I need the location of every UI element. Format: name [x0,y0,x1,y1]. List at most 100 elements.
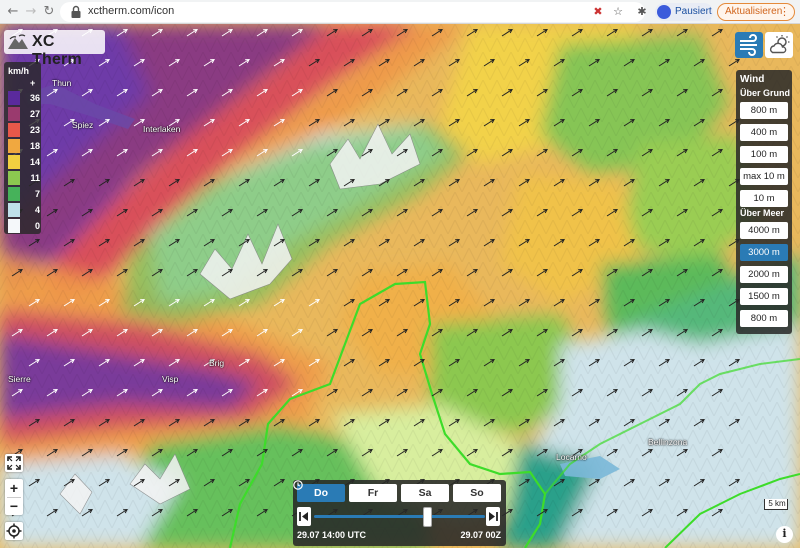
legend-value: 36 [29,93,40,103]
forward-icon[interactable]: → [22,3,40,21]
legend-value: 0 [34,221,40,231]
mountain-logo-icon [8,34,28,49]
address-bar[interactable]: xctherm.com/icon ✖ ☆ [60,2,645,22]
wind-icon [740,34,757,56]
above-ground-label: Über Grund [740,88,791,98]
place-label: Locarno [556,452,587,462]
legend-value: 23 [29,125,40,135]
time-control-panel: Do Fr Sa So 29.07 14:00 UTC 29.07 00Z [293,480,506,546]
legend-swatch [8,203,20,217]
legend-row: 36 [8,90,40,106]
sea-level-button[interactable]: 3000 m [740,244,788,261]
sea-level-button[interactable]: 800 m [740,310,788,327]
day-tab[interactable]: Sa [401,484,449,502]
legend-swatch [8,155,20,169]
map-canvas [0,24,800,548]
update-label: Aktualisieren [725,6,783,17]
legend-value: 27 [29,109,40,119]
legend-value: 14 [29,157,40,167]
profile-button[interactable]: Pausiert [655,3,713,21]
day-tab[interactable]: Fr [349,484,397,502]
bookmark-star-icon[interactable]: ☆ [610,4,626,20]
day-tab[interactable]: Do [297,484,345,502]
app-logo[interactable]: XC Therm [4,30,105,68]
legend-swatch [8,139,20,153]
lock-icon [71,5,81,18]
skip-back-button[interactable] [297,507,311,526]
zoom-out-button[interactable]: − [5,497,23,515]
scale-bar: 5 km [764,499,788,510]
legend-row: 0 [8,218,40,234]
place-label: Bellinzona [648,437,688,447]
forecast-run: 29.07 00Z [460,530,501,540]
legend-row: 27 [8,106,40,122]
time-slider-track[interactable] [314,515,485,518]
back-icon[interactable]: ← [4,3,22,21]
extensions-icon[interactable]: ✱ [634,4,650,20]
legend-row: 7 [8,186,40,202]
wind-map[interactable]: Thun Spiez Interlaken Sierre Visp Brig L… [0,24,800,548]
ground-level-button[interactable]: 400 m [740,124,788,141]
scale-label: 5 km [768,499,786,508]
place-label: Interlaken [143,124,181,134]
legend-swatch [8,107,20,121]
expand-icon [7,456,21,470]
reload-icon[interactable]: ↻ [40,3,58,21]
legend-row: 4 [8,202,40,218]
update-button[interactable]: Aktualisieren ⋮ [717,3,795,21]
sea-level-button[interactable]: 2000 m [740,266,788,283]
day-tab[interactable]: So [453,484,501,502]
logo-text: XC Therm [32,33,82,68]
info-icon: i [782,527,787,540]
ground-level-button[interactable]: 100 m [740,146,788,163]
legend-unit: km/h [8,66,30,76]
legend-row: 18 [8,138,40,154]
avatar [657,5,671,19]
url-text: xctherm.com/icon [88,5,175,17]
info-button[interactable]: i [776,526,793,543]
legend-swatch [8,123,20,137]
wind-speed-legend: km/h + 36 27 23 18 14 11 7 4 0 [4,62,41,234]
legend-swatch [8,187,20,201]
crosshair-icon [6,523,22,539]
zoom-control: + − [5,479,23,515]
place-label: Brig [209,358,225,368]
sea-level-button[interactable]: 4000 m [740,222,788,239]
current-time: 29.07 14:00 UTC [297,530,367,540]
skip-forward-icon [489,512,498,521]
legend-row: 23 [8,122,40,138]
place-label: Thun [52,78,72,88]
wind-altitude-panel: Wind Über Grund 800 m 400 m 100 m max 10 m 1… [736,70,792,334]
place-label: Sierre [8,374,31,384]
ground-level-button[interactable]: 10 m [740,190,788,207]
wind-mode-button[interactable] [735,32,763,58]
clock-icon [293,480,303,490]
time-slider-handle[interactable] [422,507,432,527]
camera-blocked-icon[interactable]: ✖ [590,4,606,20]
ground-level-button[interactable]: 800 m [740,102,788,119]
menu-dots-icon: ⋮ [779,5,790,18]
wind-panel-title: Wind [740,74,765,85]
thermal-mode-button[interactable] [765,32,793,58]
legend-swatch [8,171,20,185]
legend-row: 14 [8,154,40,170]
fullscreen-button[interactable] [5,454,23,472]
legend-value: 4 [34,205,40,215]
legend-value: 11 [30,173,40,183]
legend-swatch [8,91,20,105]
zoom-in-button[interactable]: + [5,479,23,497]
ground-level-button[interactable]: max 10 m [740,168,788,185]
profile-label: Pausiert [675,6,712,17]
sea-level-button[interactable]: 1500 m [740,288,788,305]
browser-toolbar: ← → ↻ xctherm.com/icon ✖ ☆ ✱ Pausiert Ak… [0,0,800,24]
locate-button[interactable] [5,522,23,540]
sun-cloud-icon [769,35,790,54]
place-label: Spiez [72,120,94,130]
place-label: Visp [162,374,179,384]
legend-swatch [8,219,20,233]
skip-forward-button[interactable] [486,507,500,526]
above-sea-label: Über Meer [740,208,785,218]
legend-value: 18 [29,141,40,151]
skip-back-icon [299,512,308,521]
legend-plus: + [30,78,36,88]
